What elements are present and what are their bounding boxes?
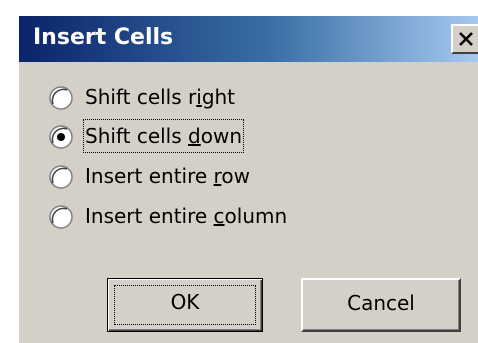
option-label: Shift cells down xyxy=(83,119,244,153)
insert-cells-dialog: Insert Cells Shift cells right Shift cel… xyxy=(17,14,478,343)
cancel-button[interactable]: Cancel xyxy=(301,278,461,332)
radio-button-icon[interactable] xyxy=(49,125,73,149)
radio-button-icon[interactable] xyxy=(49,205,73,229)
option-label: Shift cells right xyxy=(85,85,236,109)
option-label: Insert entire column xyxy=(85,204,288,228)
radio-button-icon[interactable] xyxy=(49,165,73,189)
radio-button-icon[interactable] xyxy=(49,86,73,110)
dialog-title: Insert Cells xyxy=(33,25,174,50)
close-button[interactable] xyxy=(451,24,478,54)
ok-button[interactable]: OK xyxy=(107,278,263,332)
option-label: Insert entire row xyxy=(85,164,250,188)
dialog-titlebar[interactable]: Insert Cells xyxy=(19,16,478,62)
close-icon xyxy=(459,32,473,46)
cancel-button-label: Cancel xyxy=(347,291,415,315)
ok-button-label: OK xyxy=(170,290,200,314)
